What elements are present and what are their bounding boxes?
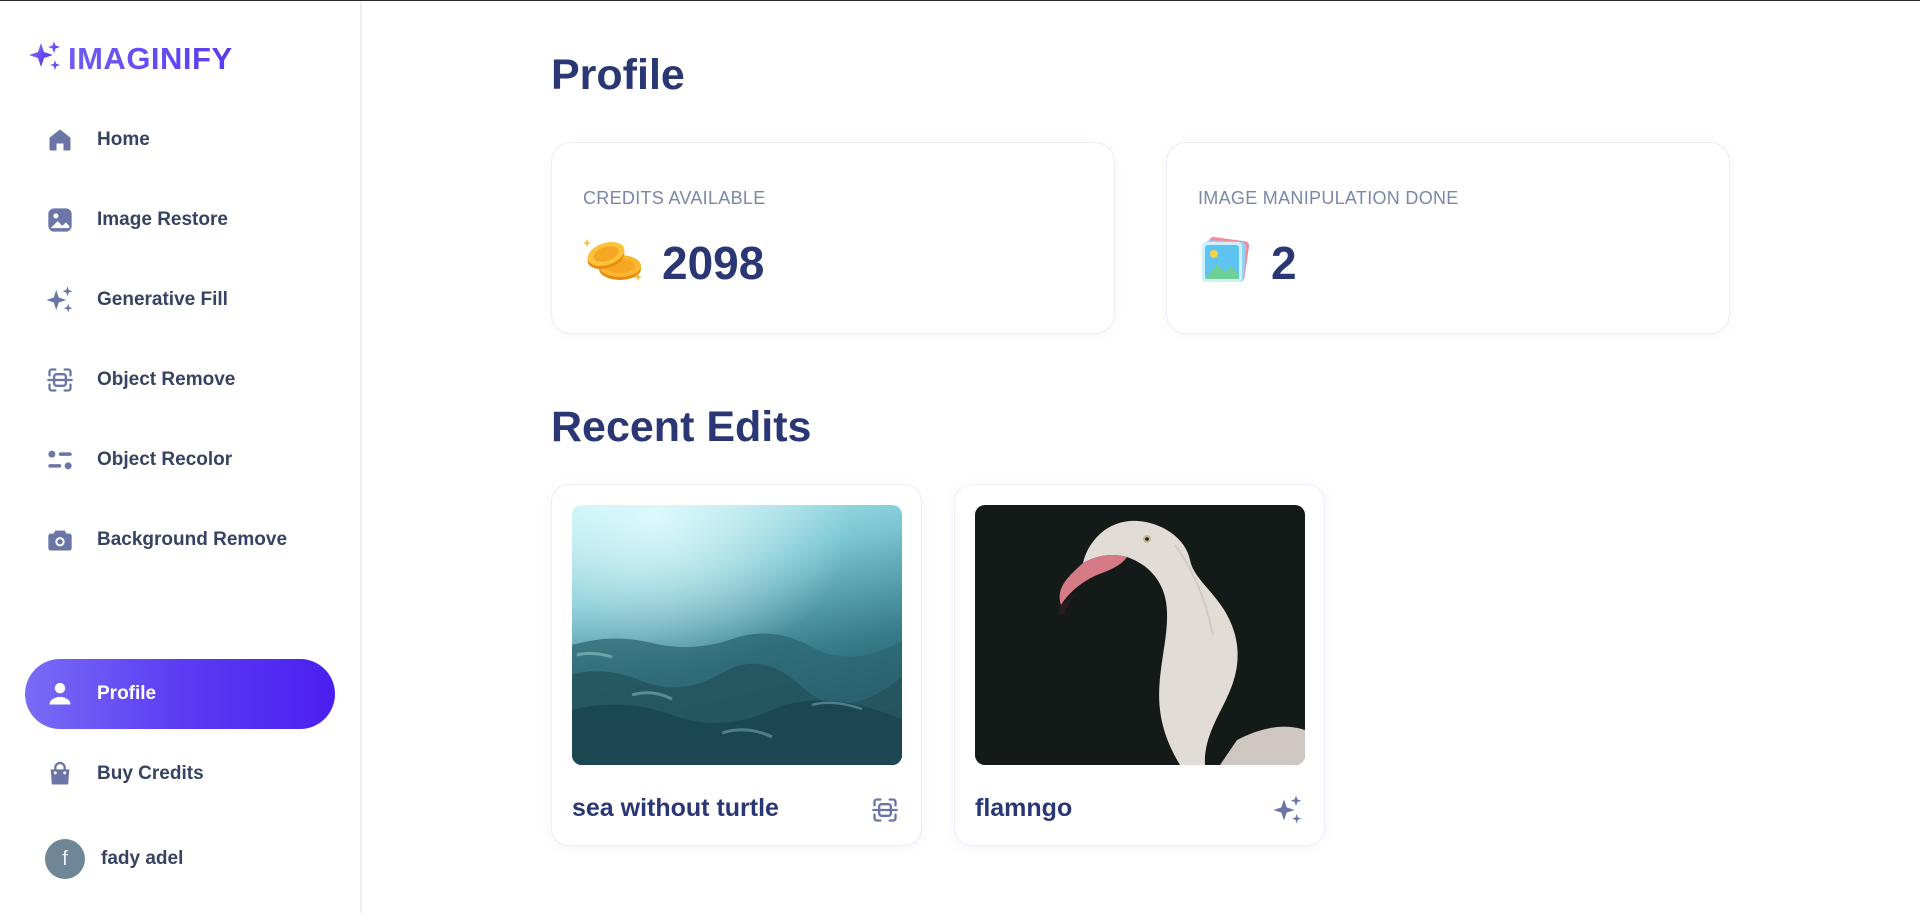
sidebar: IMAGINIFY Home Image Restore Generative … [0, 1, 362, 913]
credits-label: CREDITS AVAILABLE [583, 188, 766, 208]
sidebar-item-image-restore[interactable]: Image Restore [25, 185, 335, 255]
sparkle-logo-icon [26, 37, 64, 80]
credits-card: CREDITS AVAILABLE 2098 [551, 142, 1115, 334]
camera-icon [45, 525, 75, 555]
user-profile[interactable]: f fady adel [45, 839, 183, 879]
recent-edit-card-flamingo[interactable]: flamngo [954, 484, 1325, 846]
edit-thumbnail[interactable] [572, 505, 902, 765]
recent-edits-title: Recent Edits [551, 403, 812, 451]
logo-text: IMAGINIFY [68, 40, 233, 76]
sidebar-item-generative-fill[interactable]: Generative Fill [25, 265, 335, 335]
edit-title: flamngo [975, 794, 1073, 822]
sidebar-item-label: Object Recolor [97, 449, 233, 470]
sidebar-item-label: Profile [97, 683, 157, 704]
logo[interactable]: IMAGINIFY [26, 37, 233, 80]
sidebar-item-object-recolor[interactable]: Object Recolor [25, 425, 335, 495]
user-name: fady adel [101, 848, 184, 869]
edit-title: sea without turtle [572, 794, 779, 822]
sidebar-nav: Home Image Restore Generative Fill Objec… [25, 105, 335, 585]
edit-thumbnail[interactable] [975, 505, 1305, 765]
bag-icon [45, 759, 75, 789]
image-icon [45, 205, 75, 235]
manipulations-card: IMAGE MANIPULATION DONE 2 [1166, 142, 1730, 334]
manipulations-value: 2 [1271, 236, 1297, 289]
sparkles-icon [1272, 794, 1304, 826]
sidebar-item-profile[interactable]: Profile [25, 659, 335, 729]
sparkles-icon [45, 285, 75, 315]
sidebar-item-label: Object Remove [97, 369, 236, 390]
sidebar-item-label: Buy Credits [97, 763, 204, 784]
coins-icon [582, 235, 644, 290]
sidebar-item-label: Image Restore [97, 209, 228, 230]
credits-value: 2098 [662, 236, 765, 289]
manipulations-label: IMAGE MANIPULATION DONE [1198, 188, 1459, 208]
photo-stack-icon [1197, 235, 1253, 290]
home-icon [45, 125, 75, 155]
sidebar-item-label: Background Remove [97, 529, 288, 550]
scan-icon [45, 365, 75, 395]
sidebar-item-home[interactable]: Home [25, 105, 335, 175]
sidebar-item-buy-credits[interactable]: Buy Credits [25, 739, 335, 809]
recent-edit-card-sea[interactable]: sea without turtle [551, 484, 922, 846]
sidebar-item-label: Generative Fill [97, 289, 228, 310]
sidebar-item-background-remove[interactable]: Background Remove [25, 505, 335, 575]
avatar[interactable]: f [45, 839, 85, 879]
sidebar-item-object-remove[interactable]: Object Remove [25, 345, 335, 415]
sidebar-item-label: Home [97, 129, 150, 150]
user-icon [45, 679, 75, 709]
scan-icon [869, 794, 901, 826]
sidebar-bottom-nav: Profile Buy Credits [25, 659, 335, 819]
filter-icon [45, 445, 75, 475]
page-title: Profile [551, 51, 685, 99]
